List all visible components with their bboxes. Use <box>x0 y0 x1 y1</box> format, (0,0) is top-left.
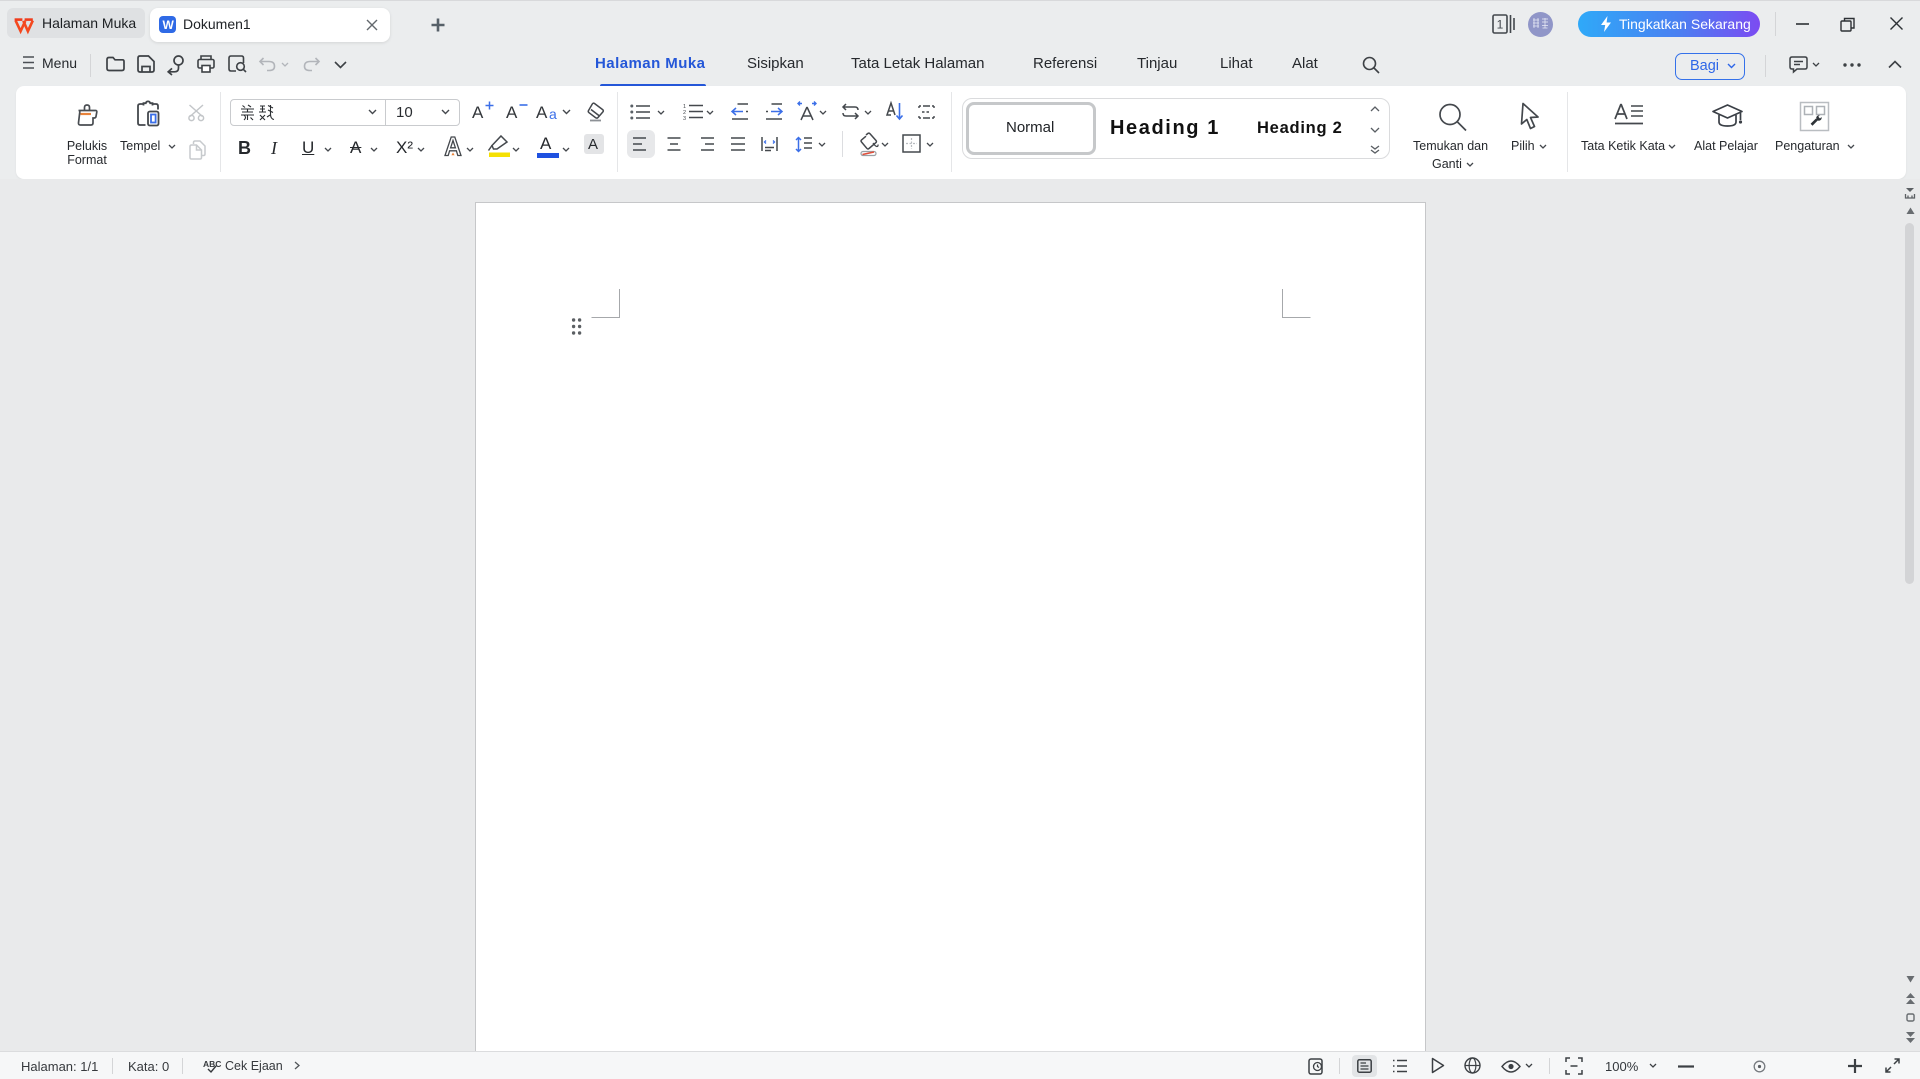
svg-text:ABC: ABC <box>203 1059 221 1069</box>
svg-text:3: 3 <box>683 116 686 122</box>
svg-text:1: 1 <box>1497 18 1504 32</box>
